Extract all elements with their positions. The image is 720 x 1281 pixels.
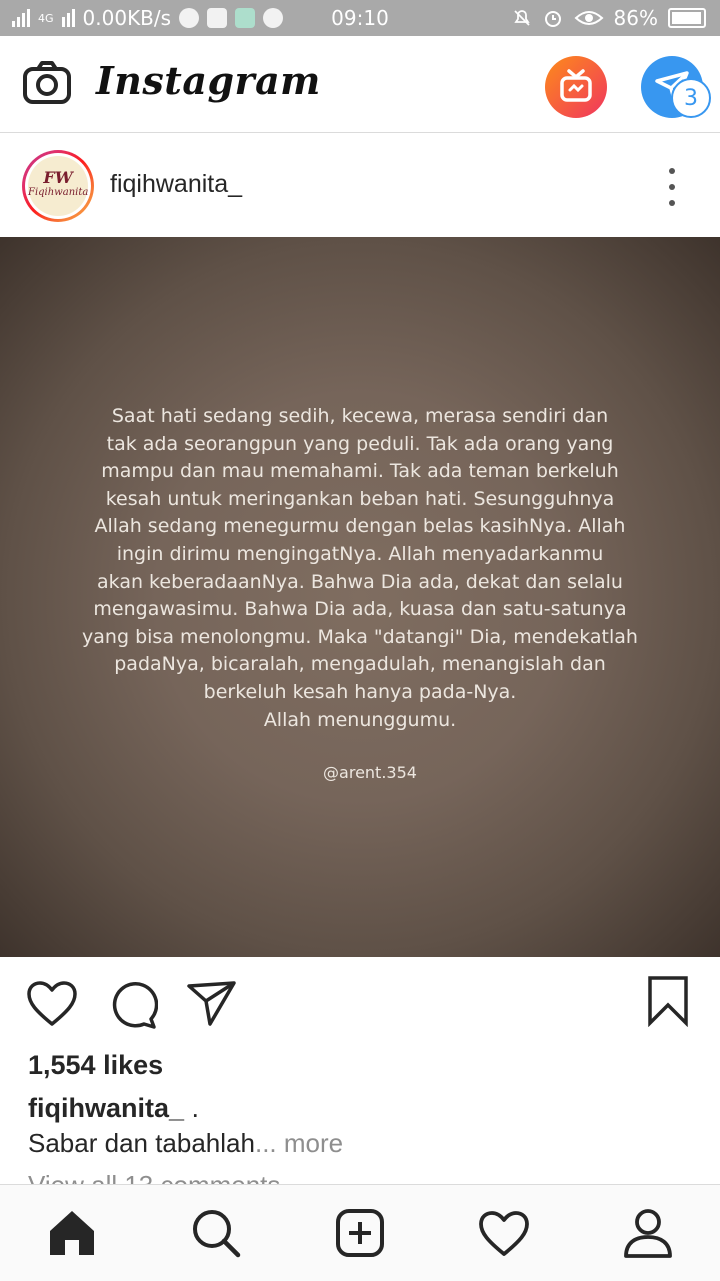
igtv-icon[interactable] xyxy=(545,56,607,118)
quote-line: yang bisa menolongmu. Maka "datangi" Dia… xyxy=(82,625,638,648)
like-heart-icon[interactable] xyxy=(26,981,78,1027)
battery-percent: 86% xyxy=(613,6,658,30)
quote-line: akan keberadaanNya. Bahwa Dia ada, dekat… xyxy=(97,570,623,593)
activity-heart-icon[interactable] xyxy=(478,1207,530,1259)
quote-line: Allah sedang menegurmu dengan belas kasi… xyxy=(94,515,626,538)
quote-line: mengawasimu. Bahwa Dia ada, kuasa dan sa… xyxy=(93,598,627,621)
share-icon[interactable] xyxy=(186,979,238,1027)
quote-line: padaNya, bicaralah, mengadulah, menangis… xyxy=(114,653,606,676)
more-options-icon[interactable] xyxy=(662,168,682,206)
eye-icon xyxy=(574,11,604,25)
bookmark-icon[interactable] xyxy=(646,975,690,1027)
battery-icon xyxy=(668,8,706,28)
more-link[interactable]: ... more xyxy=(255,1128,343,1158)
post-image-credit: @arent.354 xyxy=(323,763,417,782)
top-bar: Instagram 3 xyxy=(0,36,720,133)
quote-line: kesah untuk meringankan beban hati. Sesu… xyxy=(105,487,615,510)
post-image[interactable]: Saat hati sedang sedih, kecewa, merasa s… xyxy=(0,237,720,957)
quote-line: mampu dan mau memahami. Tak ada teman be… xyxy=(101,460,619,483)
avatar-frame: FW Fiqihwanita xyxy=(25,153,91,219)
quote-line: tak ada seorangpun yang peduli. Tak ada … xyxy=(106,432,614,455)
igtv-glyph xyxy=(560,69,592,102)
instagram-logo: Instagram xyxy=(96,58,321,103)
comment-icon[interactable] xyxy=(108,980,158,1030)
avatar-logo: FW Fiqihwanita xyxy=(28,156,88,216)
avatar[interactable]: FW Fiqihwanita xyxy=(22,150,94,222)
post-header: FW Fiqihwanita fiqihwanita_ xyxy=(0,133,720,237)
post-username[interactable]: fiqihwanita_ xyxy=(110,170,242,199)
post-image-quote: Saat hati sedang sedih, kecewa, merasa s… xyxy=(80,403,640,734)
status-right: 86% xyxy=(512,6,706,30)
caption-suffix: . xyxy=(184,1093,200,1123)
search-icon[interactable] xyxy=(190,1207,242,1259)
new-post-icon[interactable] xyxy=(334,1207,386,1259)
quote-line: Saat hati sedang sedih, kecewa, merasa s… xyxy=(111,405,609,427)
quote-line: berkeluh kesah hanya pada-Nya. xyxy=(203,680,517,703)
view-comments-link[interactable]: View all 13 comments xyxy=(28,1170,280,1184)
status-bar: 4G 0.00KB/s 09:10 86% xyxy=(0,0,720,36)
alarm-icon xyxy=(544,11,561,27)
home-icon[interactable] xyxy=(46,1207,98,1259)
direct-badge[interactable]: 3 xyxy=(671,78,711,118)
likes-count[interactable]: 1,554 likes xyxy=(28,1050,163,1081)
caption-username[interactable]: fiqihwanita_ xyxy=(28,1093,184,1123)
bottom-nav xyxy=(0,1184,720,1281)
camera-icon[interactable] xyxy=(22,60,72,106)
quote-line: ingin dirimu mengingatNya. Allah menyada… xyxy=(116,542,604,565)
avatar-script: Fiqihwanita xyxy=(28,187,89,198)
caption-line: fiqihwanita_ . xyxy=(28,1093,199,1124)
profile-icon[interactable] xyxy=(622,1207,674,1259)
caption-text-line: Sabar dan tabahlah... more xyxy=(28,1128,343,1159)
mute-icon xyxy=(513,10,530,26)
caption-text: Sabar dan tabahlah xyxy=(28,1128,255,1158)
avatar-monogram: FW xyxy=(43,168,73,187)
post-actions xyxy=(0,957,720,1047)
quote-line: Allah menunggumu. xyxy=(263,708,457,731)
